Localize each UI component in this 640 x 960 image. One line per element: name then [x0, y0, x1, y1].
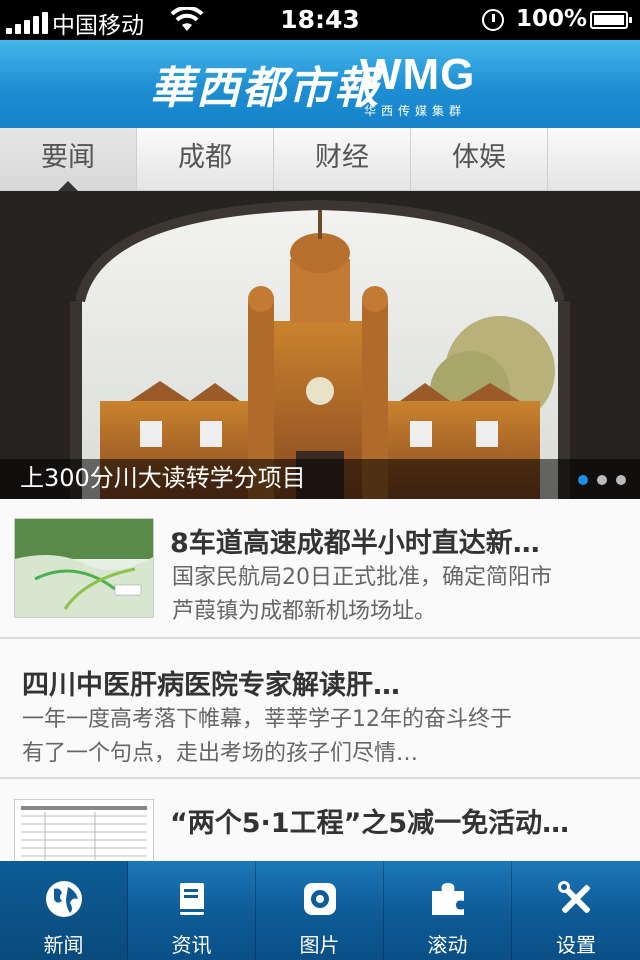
news-item[interactable]: “两个5·1工程”之5减一免活动… — [0, 779, 640, 861]
hero-photo — [0, 191, 640, 499]
tab-caijing[interactable]: 财经 — [274, 128, 411, 190]
tab-tiyu[interactable]: 体娱 — [411, 128, 548, 190]
news-item[interactable]: 8车道高速成都半小时直达新… 国家民航局20日正式批准，确定简阳市 芦葭镇为成都… — [0, 499, 640, 639]
wmg-logo: WMG — [360, 50, 476, 99]
newspaper-logo: 華西都市報 — [150, 63, 380, 114]
battery-percent: 100% — [516, 6, 588, 32]
news-title: “两个5·1工程”之5减一免活动… — [170, 808, 570, 839]
news-summary: 一年一度高考落下帷幕，莘莘学子12年的奋斗终于 有了一个句点，走出考场的孩子们尽… — [22, 703, 512, 771]
news-thumbnail — [14, 799, 154, 861]
tools-icon — [558, 881, 591, 914]
globe-icon — [46, 881, 82, 917]
book-icon — [180, 883, 204, 915]
tab-chengdu[interactable]: 成都 — [137, 128, 274, 190]
tabbar-label: 设置 — [556, 933, 596, 957]
alarm-icon — [482, 9, 504, 31]
news-summary-line: 有了一个句点，走出考场的孩子们尽情… — [22, 741, 419, 766]
tabbar-info[interactable]: 资讯 — [128, 861, 256, 960]
tab-yaowen[interactable]: 要闻 — [0, 128, 137, 191]
tabbar-label: 图片 — [299, 933, 340, 957]
tabbar-label: 滚动 — [427, 933, 468, 957]
news-summary: 国家民航局20日正式批准，确定简阳市 芦葭镇为成都新机场场址。 — [172, 561, 552, 629]
news-summary-line: 一年一度高考落下帷幕，莘莘学子12年的奋斗终于 — [22, 707, 512, 732]
tabbar-scroll[interactable]: 滚动 — [384, 861, 512, 960]
news-thumbnail — [14, 518, 154, 618]
category-tabs: 要闻 成都 财经 体娱 — [0, 128, 640, 191]
tab-spacer — [548, 128, 640, 190]
page-dot-2[interactable] — [597, 475, 607, 485]
page-indicator — [578, 475, 626, 485]
news-item[interactable]: 四川中医肝病医院专家解读肝… 一年一度高考落下帷幕，莘莘学子12年的奋斗终于 有… — [0, 639, 640, 779]
news-title: 8车道高速成都半小时直达新… — [170, 528, 540, 559]
hero-caption[interactable]: 上300分川大读转学分项目 — [20, 458, 306, 493]
tabbar-label: 资讯 — [171, 933, 212, 957]
news-list: 8车道高速成都半小时直达新… 国家民航局20日正式批准，确定简阳市 芦葭镇为成都… — [0, 499, 640, 861]
tabbar-news[interactable]: 新闻 — [0, 861, 128, 960]
news-summary-line: 芦葭镇为成都新机场场址。 — [172, 599, 437, 624]
page-dot-1[interactable] — [578, 475, 588, 485]
tabbar-settings[interactable]: 设置 — [512, 861, 640, 960]
tabbar-label: 新闻 — [43, 933, 84, 957]
battery-icon — [590, 11, 632, 29]
page-dot-3[interactable] — [616, 475, 626, 485]
hero-carousel[interactable]: 上300分川大读转学分项目 — [0, 191, 640, 499]
tabbar-photos[interactable]: 图片 — [256, 861, 384, 960]
puzzle-icon — [432, 883, 464, 915]
bottom-tab-bar: 新闻 资讯 图片 滚动 设置 — [0, 861, 640, 960]
app-header: 華西都市報 WMG 华西传媒集群 — [0, 40, 640, 128]
camera-icon — [304, 883, 336, 915]
news-title: 四川中医肝病医院专家解读肝… — [22, 670, 400, 701]
news-summary-line: 国家民航局20日正式批准，确定简阳市 — [172, 565, 552, 590]
wmg-subtitle: 华西传媒集群 — [364, 104, 467, 118]
status-bar: 中国移动 18:43 100% — [0, 0, 640, 40]
